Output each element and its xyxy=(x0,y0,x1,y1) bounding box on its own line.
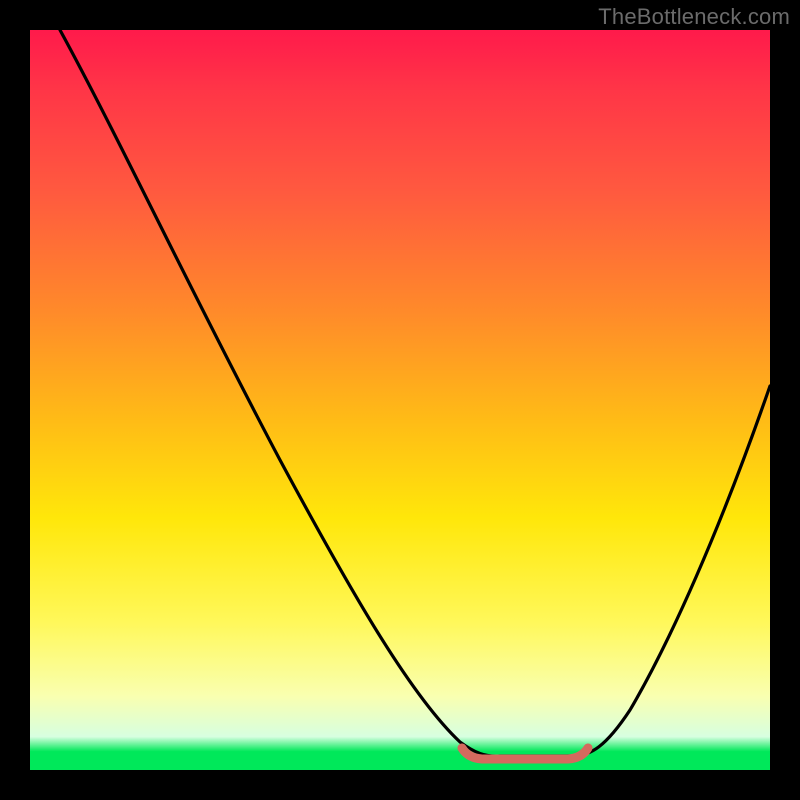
watermark-text: TheBottleneck.com xyxy=(598,4,790,30)
bottleneck-curve xyxy=(30,30,770,770)
chart-frame: TheBottleneck.com xyxy=(0,0,800,800)
curve-path xyxy=(60,30,770,756)
plot-area xyxy=(30,30,770,770)
